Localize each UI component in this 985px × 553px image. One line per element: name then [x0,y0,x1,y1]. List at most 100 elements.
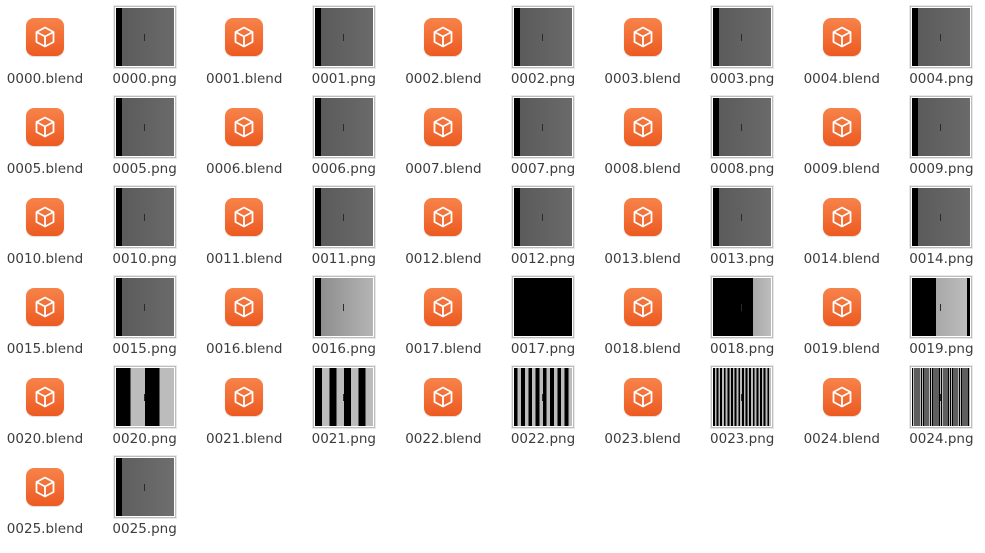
file-thumbnail[interactable] [692,96,792,158]
png-file-item[interactable]: 0013.png [692,180,792,268]
png-file-item[interactable]: 0012.png [493,180,593,268]
blend-file-item[interactable]: 0006.blend [194,90,294,178]
blend-file-item[interactable]: 0005.blend [0,90,95,178]
blend-file-item[interactable]: 0007.blend [393,90,493,178]
blend-file-item[interactable]: 0001.blend [194,0,294,88]
file-thumbnail[interactable] [891,276,985,338]
file-thumbnail[interactable] [393,96,493,158]
blend-file-item[interactable]: 0009.blend [792,90,892,178]
png-file-item[interactable]: 0017.png [493,270,593,358]
file-thumbnail[interactable] [593,6,693,68]
file-thumbnail[interactable] [393,186,493,248]
png-file-item[interactable]: 0023.png [692,360,792,448]
png-file-item[interactable]: 0004.png [891,0,985,88]
png-file-item[interactable]: 0025.png [95,450,195,538]
blend-file-item[interactable]: 0004.blend [792,0,892,88]
png-file-item[interactable]: 0005.png [95,90,195,178]
blend-file-item[interactable]: 0022.blend [393,360,493,448]
file-thumbnail[interactable] [0,186,95,248]
blend-file-item[interactable]: 0019.blend [792,270,892,358]
png-file-item[interactable]: 0008.png [692,90,792,178]
png-file-item[interactable]: 0010.png [95,180,195,268]
file-thumbnail[interactable] [692,6,792,68]
blend-file-item[interactable]: 0020.blend [0,360,95,448]
blend-file-item[interactable]: 0016.blend [194,270,294,358]
file-thumbnail[interactable] [294,186,394,248]
file-thumbnail[interactable] [294,366,394,428]
file-thumbnail[interactable] [692,276,792,338]
file-thumbnail[interactable] [95,96,195,158]
file-thumbnail[interactable] [593,276,693,338]
png-file-item[interactable]: 0024.png [891,360,985,448]
file-thumbnail[interactable] [0,276,95,338]
blend-file-item[interactable]: 0010.blend [0,180,95,268]
file-thumbnail[interactable] [0,456,95,518]
png-file-item[interactable]: 0015.png [95,270,195,358]
file-thumbnail[interactable] [194,276,294,338]
file-thumbnail[interactable] [393,6,493,68]
png-file-item[interactable]: 0019.png [891,270,985,358]
png-file-item[interactable]: 0014.png [891,180,985,268]
file-thumbnail[interactable] [493,366,593,428]
png-file-item[interactable]: 0021.png [294,360,394,448]
blend-file-item[interactable]: 0025.blend [0,450,95,538]
file-thumbnail[interactable] [493,186,593,248]
file-thumbnail[interactable] [194,186,294,248]
file-thumbnail[interactable] [294,96,394,158]
blend-file-item[interactable]: 0024.blend [792,360,892,448]
png-file-item[interactable]: 0018.png [692,270,792,358]
file-thumbnail[interactable] [194,96,294,158]
file-thumbnail[interactable] [95,276,195,338]
file-thumbnail[interactable] [0,366,95,428]
file-thumbnail[interactable] [792,276,892,338]
png-file-item[interactable]: 0006.png [294,90,394,178]
blend-file-item[interactable]: 0000.blend [0,0,95,88]
file-thumbnail[interactable] [95,6,195,68]
file-thumbnail[interactable] [0,6,95,68]
file-thumbnail[interactable] [0,96,95,158]
blend-file-item[interactable]: 0023.blend [593,360,693,448]
blend-file-item[interactable]: 0018.blend [593,270,693,358]
blend-file-item[interactable]: 0011.blend [194,180,294,268]
file-thumbnail[interactable] [493,96,593,158]
file-thumbnail[interactable] [792,6,892,68]
blend-file-item[interactable]: 0014.blend [792,180,892,268]
png-file-item[interactable]: 0003.png [692,0,792,88]
blend-file-item[interactable]: 0012.blend [393,180,493,268]
file-thumbnail[interactable] [294,276,394,338]
file-thumbnail[interactable] [891,6,985,68]
png-file-item[interactable]: 0007.png [493,90,593,178]
file-thumbnail[interactable] [792,96,892,158]
blend-file-item[interactable]: 0015.blend [0,270,95,358]
file-thumbnail[interactable] [792,366,892,428]
file-thumbnail[interactable] [493,276,593,338]
png-file-item[interactable]: 0009.png [891,90,985,178]
blend-file-item[interactable]: 0017.blend [393,270,493,358]
png-file-item[interactable]: 0002.png [493,0,593,88]
blend-file-item[interactable]: 0021.blend [194,360,294,448]
file-thumbnail[interactable] [95,366,195,428]
png-file-item[interactable]: 0000.png [95,0,195,88]
png-file-item[interactable]: 0016.png [294,270,394,358]
blend-file-item[interactable]: 0008.blend [593,90,693,178]
file-thumbnail[interactable] [493,6,593,68]
png-file-item[interactable]: 0011.png [294,180,394,268]
file-thumbnail[interactable] [194,366,294,428]
file-thumbnail[interactable] [95,456,195,518]
file-thumbnail[interactable] [393,276,493,338]
file-thumbnail[interactable] [593,96,693,158]
file-thumbnail[interactable] [891,96,985,158]
file-thumbnail[interactable] [692,366,792,428]
file-thumbnail[interactable] [294,6,394,68]
file-thumbnail[interactable] [393,366,493,428]
file-thumbnail[interactable] [891,366,985,428]
png-file-item[interactable]: 0020.png [95,360,195,448]
png-file-item[interactable]: 0001.png [294,0,394,88]
file-thumbnail[interactable] [194,6,294,68]
file-thumbnail[interactable] [95,186,195,248]
file-thumbnail[interactable] [593,366,693,428]
blend-file-item[interactable]: 0013.blend [593,180,693,268]
file-thumbnail[interactable] [792,186,892,248]
png-file-item[interactable]: 0022.png [493,360,593,448]
file-thumbnail[interactable] [692,186,792,248]
